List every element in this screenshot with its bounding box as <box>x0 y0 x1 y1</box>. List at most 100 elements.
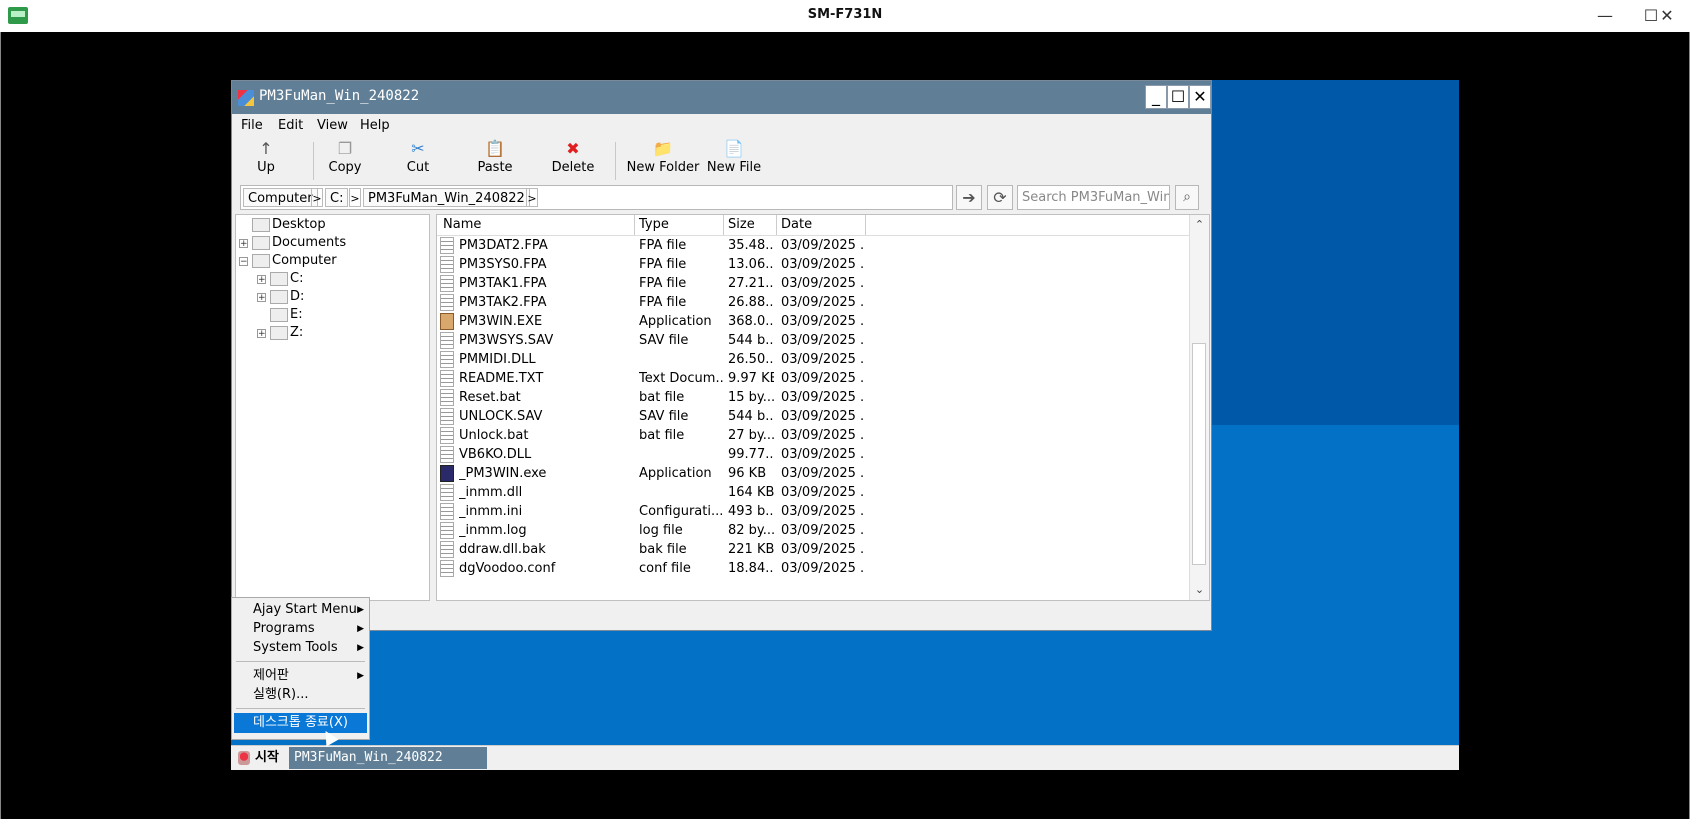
table-row[interactable]: dgVoodoo.conf conf file 18.84... 03/09/2025… <box>437 559 1189 579</box>
chevron-right-icon[interactable]: > <box>349 188 361 207</box>
column-name[interactable]: Name <box>443 217 481 233</box>
menu-item-label: 제어판 <box>253 668 289 683</box>
expand-icon[interactable]: + <box>257 329 266 339</box>
toolbar-paste-button[interactable]: 📋 Paste <box>466 138 524 184</box>
crumb-folder[interactable]: PM3FuMan_Win_240822 <box>363 188 530 207</box>
search-icon[interactable]: ⌕ <box>1175 185 1199 210</box>
tree-item-documents[interactable]: Documents <box>252 234 346 252</box>
table-row[interactable]: Unlock.bat bat file 27 by... 03/09/2025 ... <box>437 426 1189 446</box>
toolbar-delete-button[interactable]: ✖ Delete <box>542 138 604 184</box>
expand-icon[interactable]: + <box>257 275 266 285</box>
delete-icon: ✖ <box>566 139 580 158</box>
vertical-scrollbar[interactable]: ⌃ ⌄ <box>1189 215 1209 600</box>
table-row[interactable]: ddraw.dll.bak bak file 221 KB 03/09/2025 ..… <box>437 540 1189 560</box>
toolbar-copy-button[interactable]: ❐ Copy <box>314 138 376 184</box>
start-button[interactable]: 시작 <box>233 747 287 769</box>
table-row[interactable]: README.TXT Text Docum... 9.97 KB 03/09/2025… <box>437 369 1189 389</box>
start-menu-item[interactable]: 데스크톱 종료(X) <box>234 713 367 733</box>
table-row[interactable]: PM3TAK1.FPA FPA file 27.21... 03/09/2025 ..… <box>437 274 1189 294</box>
table-row[interactable]: _PM3WIN.exe Application 96 KB 03/09/2025 ..… <box>437 464 1189 484</box>
expand-icon[interactable]: + <box>257 293 266 303</box>
crumb-drive-c[interactable]: C: <box>325 188 349 207</box>
window-close-button[interactable]: ✕ <box>1189 85 1211 109</box>
table-row[interactable]: _inmm.log log file 82 by... 03/09/2025 ... <box>437 521 1189 541</box>
table-row[interactable]: _inmm.dll 164 KB 03/09/2025 ... <box>437 483 1189 503</box>
table-row[interactable]: PM3WIN.EXE Application 368.0... 03/09/2025 … <box>437 312 1189 332</box>
taskbar-window-button[interactable]: PM3FuMan_Win_240822 <box>289 747 487 769</box>
scroll-thumb[interactable] <box>1192 343 1206 565</box>
crumb-computer[interactable]: Computer <box>243 188 318 207</box>
column-date[interactable]: Date <box>781 217 812 233</box>
cell-size: 26.50... <box>728 352 774 367</box>
table-row[interactable]: PM3SYS0.FPA FPA file 13.06... 03/09/2025 ..… <box>437 255 1189 275</box>
tree-item-z[interactable]: Z: <box>270 324 303 342</box>
chevron-right-icon[interactable]: > <box>311 188 323 207</box>
tree-item-e[interactable]: E: <box>270 306 303 324</box>
cell-size: 164 KB <box>728 485 774 500</box>
file-icon <box>440 503 454 520</box>
toolbar-new-file-button[interactable]: 📄 New File <box>702 138 766 184</box>
tree-item-c[interactable]: C: <box>270 270 303 288</box>
tree-item-computer[interactable]: Computer <box>252 252 337 270</box>
toolbar-cut-button[interactable]: ✂ Cut <box>395 138 441 184</box>
submenu-arrow-icon: ▶ <box>357 624 364 634</box>
collapse-icon[interactable]: − <box>239 257 248 267</box>
cell-type: bat file <box>639 390 685 405</box>
scroll-down-icon[interactable]: ⌄ <box>1190 581 1209 599</box>
toolbar-separator <box>313 142 314 180</box>
toolbar-new-folder-button[interactable]: 📁 New Folder <box>623 138 703 184</box>
address-bar[interactable]: Computer > C: > PM3FuMan_Win_240822 > <box>240 185 953 210</box>
host-minimize-button[interactable]: — <box>1585 4 1625 28</box>
cell-date: 03/09/2025 ... <box>781 523 865 538</box>
folder-tree[interactable]: Desktop + Documents − Computer + C: + D: E: + Z: <box>235 214 430 601</box>
cell-type: bat file <box>639 428 685 443</box>
chevron-right-icon[interactable]: > <box>526 188 538 207</box>
tree-item-d[interactable]: D: <box>270 288 304 306</box>
toolbar-label: Paste <box>477 160 513 175</box>
window-title-bar[interactable]: PM3FuMan_Win_240822 _ ☐ ✕ <box>232 81 1211 114</box>
start-menu-item[interactable]: System Tools ▶ <box>234 638 367 658</box>
table-row[interactable]: PM3DAT2.FPA FPA file 35.48... 03/09/2025 ..… <box>437 236 1189 256</box>
cell-date: 03/09/2025 ... <box>781 257 865 272</box>
start-menu-item[interactable]: Ajay Start Menu ▶ <box>234 600 367 620</box>
toolbar-separator <box>615 142 616 180</box>
tree-item-label: Desktop <box>272 217 326 232</box>
cell-name: Reset.bat <box>459 390 521 405</box>
column-size[interactable]: Size <box>728 217 755 233</box>
window-maximize-button[interactable]: ☐ <box>1167 85 1189 109</box>
cell-size: 96 KB <box>728 466 767 481</box>
drive-icon <box>270 289 288 304</box>
table-row[interactable]: VB6KO.DLL 99.77... 03/09/2025 ... <box>437 445 1189 465</box>
start-menu-item[interactable]: 제어판 ▶ <box>234 666 367 686</box>
file-list[interactable]: Name Type Size Date PM3DAT2.FPA FPA file 3… <box>436 214 1210 601</box>
table-row[interactable]: Reset.bat bat file 15 by... 03/09/2025 ... <box>437 388 1189 408</box>
table-row[interactable]: _inmm.ini Configurati... 493 b... 03/09/202… <box>437 502 1189 522</box>
start-menu-item[interactable]: 실행(R)... <box>234 685 367 705</box>
menu-help[interactable]: Help <box>360 118 390 133</box>
menu-view[interactable]: View <box>317 118 348 133</box>
menu-file[interactable]: File <box>241 118 263 133</box>
submenu-arrow-icon: ▶ <box>357 643 364 653</box>
menu-edit[interactable]: Edit <box>278 118 303 133</box>
cell-date: 03/09/2025 ... <box>781 409 865 424</box>
expand-icon[interactable]: + <box>239 239 248 249</box>
host-close-button[interactable]: ✕ <box>1647 4 1687 28</box>
refresh-icon[interactable]: ⟳ <box>987 185 1013 210</box>
arrow-up-icon: ↑ <box>259 139 273 158</box>
window-minimize-button[interactable]: _ <box>1145 85 1167 109</box>
table-row[interactable]: PM3WSYS.SAV SAV file 544 b... 03/09/2025 ..… <box>437 331 1189 351</box>
application-icon <box>440 465 454 482</box>
drive-icon <box>270 271 288 286</box>
start-logo-icon <box>238 751 250 765</box>
column-type[interactable]: Type <box>639 217 669 233</box>
go-arrow-icon[interactable]: ➔ <box>956 185 982 210</box>
scroll-up-icon[interactable]: ⌃ <box>1190 216 1209 234</box>
search-input[interactable]: Search PM3FuMan_Win_ <box>1017 185 1170 210</box>
toolbar-up-button[interactable]: ↑ Up <box>240 138 292 184</box>
table-row[interactable]: PMMIDI.DLL 26.50... 03/09/2025 ... <box>437 350 1189 370</box>
start-menu-item[interactable]: Programs ▶ <box>234 619 367 639</box>
table-row[interactable]: PM3TAK2.FPA FPA file 26.88... 03/09/2025 ..… <box>437 293 1189 313</box>
tree-item-desktop[interactable]: Desktop <box>252 216 326 234</box>
table-row[interactable]: UNLOCK.SAV SAV file 544 b... 03/09/2025 ... <box>437 407 1189 427</box>
submenu-arrow-icon: ▶ <box>357 605 364 615</box>
